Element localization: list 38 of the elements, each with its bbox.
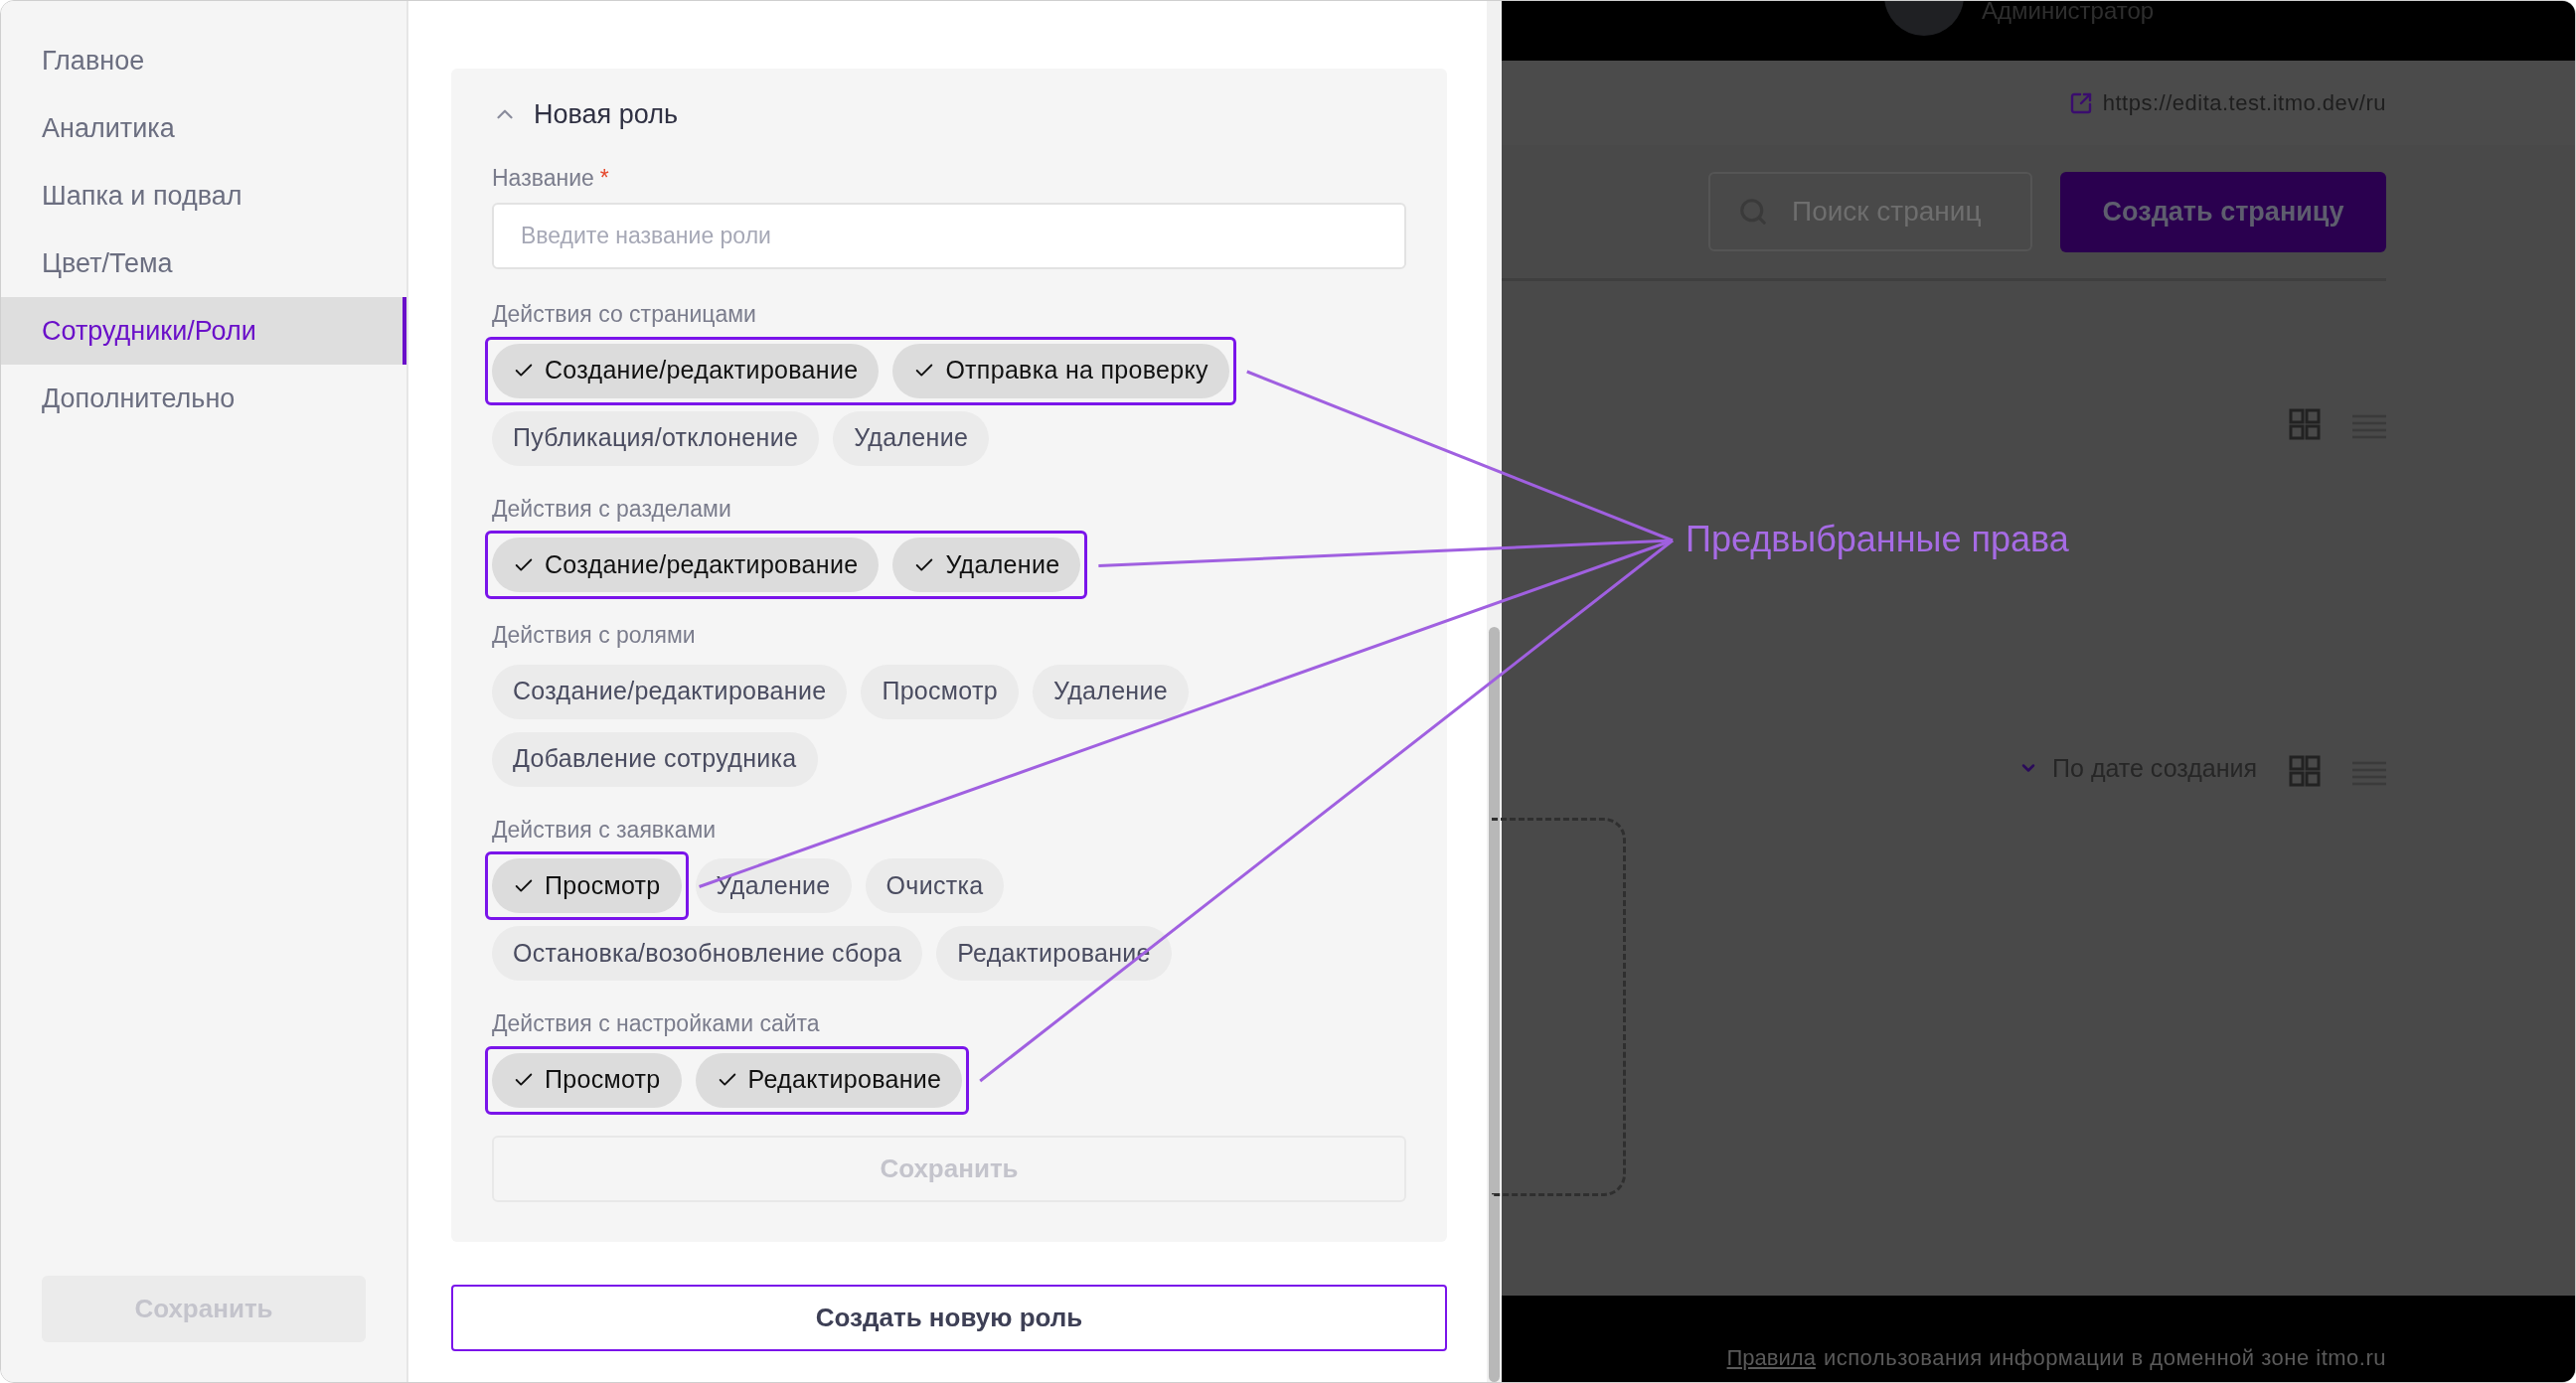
grid-view-icon[interactable] [2289, 755, 2321, 787]
form-title: Новая роль [534, 98, 678, 131]
sidebar-item[interactable]: Сотрудники/Роли [1, 297, 406, 365]
sidebar-item[interactable]: Цвет/Тема [1, 230, 406, 297]
grid-view-icon[interactable] [2289, 408, 2321, 440]
permission-chip[interactable]: Просмотр [492, 1052, 682, 1108]
footer-text: использования информации в доменной зоне itmo.ru [1823, 1344, 2386, 1372]
sidebar-item[interactable]: Шапка и подвал [1, 162, 406, 230]
permission-chip[interactable]: Просмотр [492, 858, 682, 913]
permission-chip[interactable]: Публикация/отклонение [492, 410, 820, 466]
permission-chip[interactable]: Остановка/возобновление сбора [492, 926, 923, 981]
scrollbar-thumb[interactable] [1489, 627, 1500, 1382]
group-title: Действия с ролями [492, 621, 697, 650]
sidebar-item[interactable]: Аналитика [1, 94, 406, 162]
permission-chip[interactable]: Удаление [892, 538, 1081, 592]
group-title: Действия со страницами [492, 300, 757, 329]
permission-chip[interactable]: Удаление [1032, 664, 1189, 719]
group-title: Действия с настройками сайта [492, 1009, 821, 1038]
role-name-field[interactable]: Введите название роли [492, 203, 1406, 269]
annotation-label: Предвыбранные права [1686, 518, 2069, 561]
permission-chip[interactable]: Создание/редактирование [492, 664, 848, 719]
permission-chip[interactable]: Редактирование [695, 1052, 963, 1108]
group-title: Действия с заявками [492, 815, 718, 845]
sidebar-item[interactable]: Главное [1, 27, 406, 94]
permission-chip[interactable]: Удаление [695, 858, 852, 913]
field-label: Название [492, 163, 594, 193]
external-link-icon [2068, 90, 2093, 115]
permission-chip[interactable]: Создание/редактирование [492, 538, 880, 592]
create-role-button[interactable]: Создать новую роль [451, 1284, 1447, 1351]
permission-chip[interactable]: Очистка [865, 858, 1005, 913]
required-mark: * [599, 163, 609, 193]
permission-chip[interactable]: Удаление [833, 410, 990, 466]
group-title: Действия с разделами [492, 494, 732, 524]
sidebar-item[interactable]: Дополнительно [1, 365, 406, 432]
permission-chip[interactable]: Добавление сотрудника [492, 731, 818, 787]
permission-chip[interactable]: Отправка на проверку [892, 343, 1229, 398]
permission-chip[interactable]: Создание/редактирование [492, 343, 880, 398]
permission-chip[interactable]: Просмотр [861, 664, 1019, 719]
